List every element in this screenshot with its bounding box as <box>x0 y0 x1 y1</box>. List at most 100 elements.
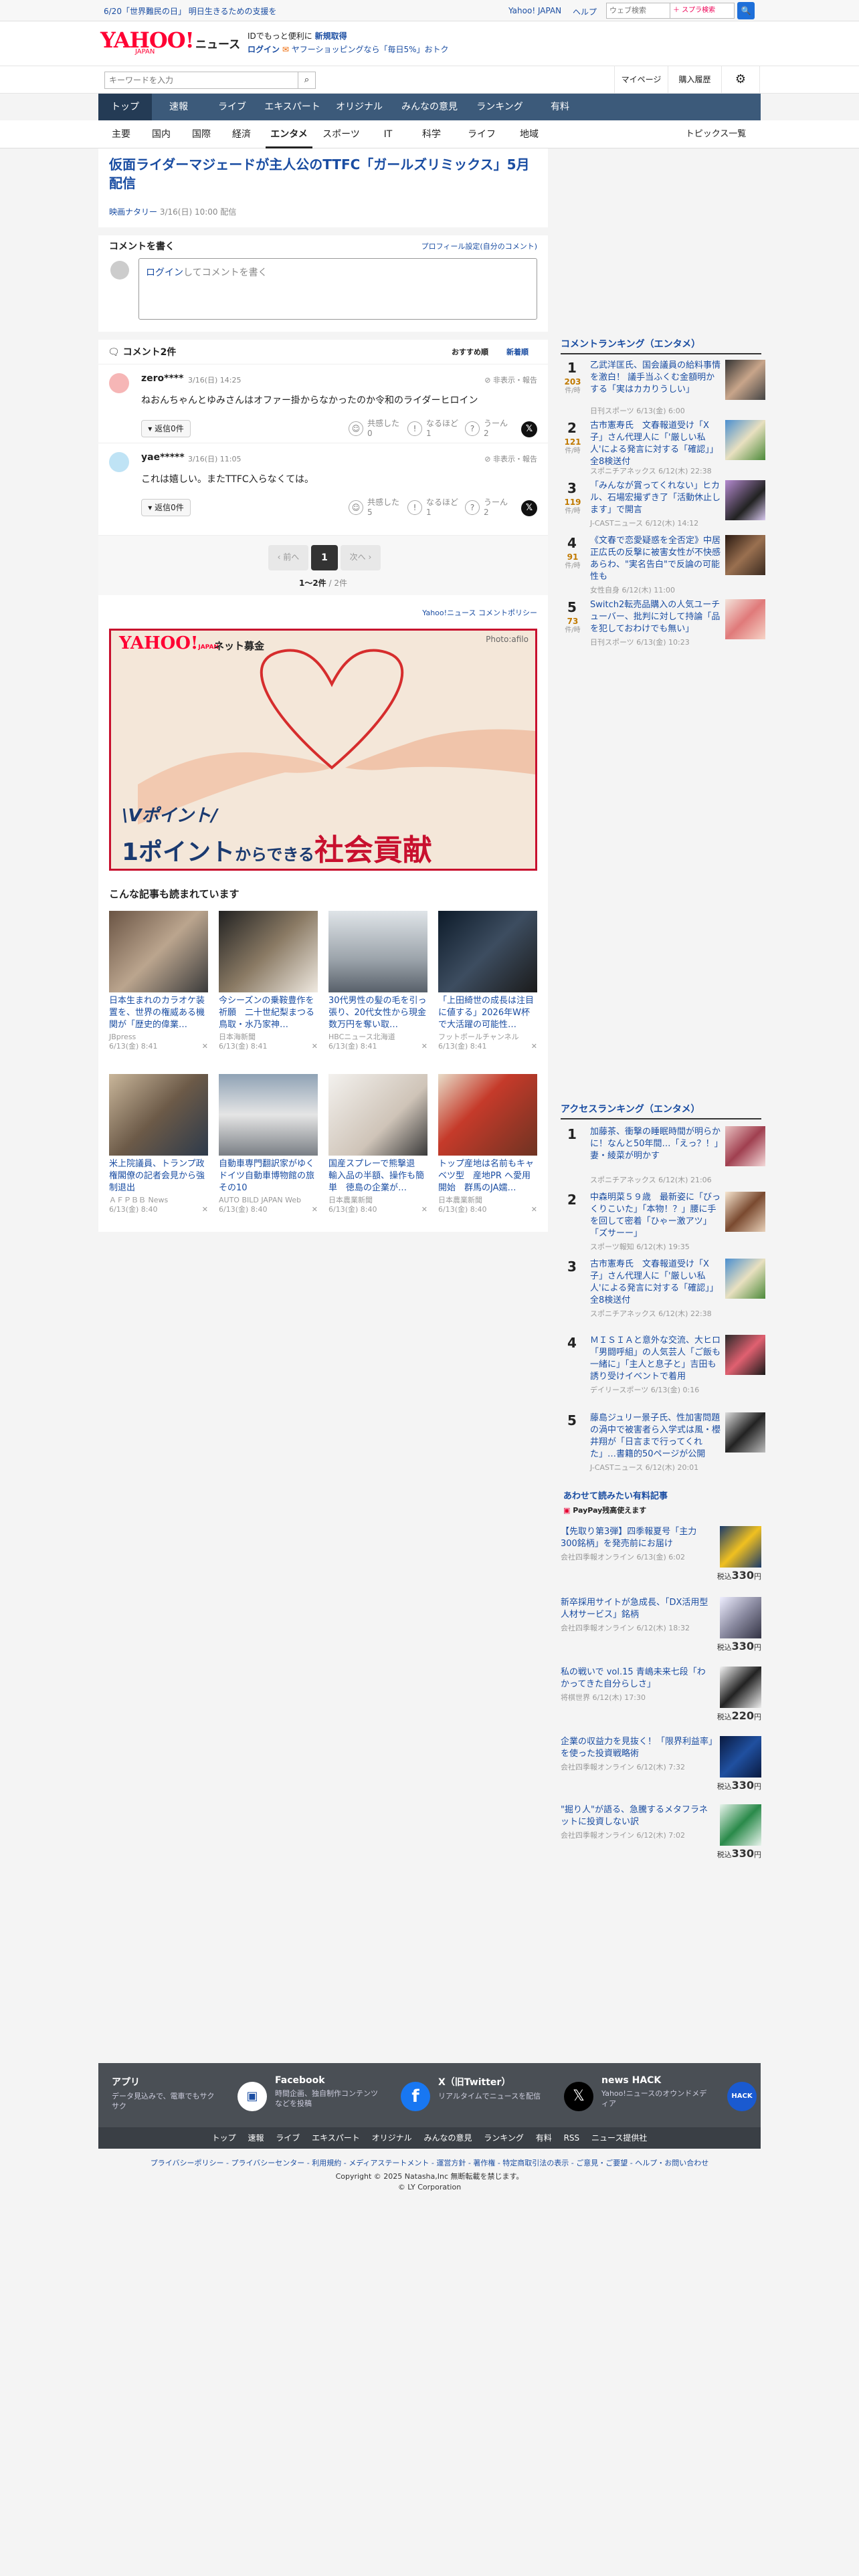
cat-domestic[interactable]: 国内 <box>144 120 179 148</box>
gnav-live[interactable]: ライブ <box>205 94 259 120</box>
uun-icon[interactable]: ? <box>465 421 480 436</box>
article-meta: 映画ナタリー 3/16(日) 10:00 配信 <box>109 206 236 217</box>
thumbnail <box>219 911 318 992</box>
empathy-icon[interactable]: ☺ <box>349 500 363 515</box>
category-nav: 主要 国内 国際 経済 エンタメ スポーツ IT 科学 ライフ 地域 トピックス… <box>0 120 859 148</box>
ad-banner[interactable]: YAHOO!JAPAN ネット募金 Photo:afilo \Vポイント/ 1ポ… <box>109 629 537 871</box>
cat-main[interactable]: 主要 <box>104 120 138 148</box>
topics-list-link[interactable]: トピックス一覧 <box>676 120 756 148</box>
ad-label: ネット募金 <box>214 640 265 652</box>
uun-count[interactable]: うーん 2 <box>484 498 508 518</box>
login-link[interactable]: ログイン <box>248 45 280 54</box>
footer-app[interactable]: アプリ データ見込みで、電車でもサクサク ▣ <box>112 2075 267 2115</box>
thumbnail <box>725 480 765 520</box>
notice-link[interactable]: 6/20「世界難民の日」 明日生きるための支援を <box>104 5 277 17</box>
cat-science[interactable]: 科学 <box>415 120 448 148</box>
close-icon: ✕ <box>201 1042 208 1051</box>
web-search-input[interactable] <box>606 3 670 19</box>
avatar <box>109 452 129 472</box>
help-link[interactable]: ヘルプ <box>573 6 597 17</box>
signup-link[interactable]: 新規取得 <box>315 31 347 41</box>
gear-icon[interactable]: ⚙ <box>721 66 760 93</box>
thumbnail <box>328 1074 427 1156</box>
gnav-paid[interactable]: 有料 <box>533 94 587 120</box>
sort-newest[interactable]: 新着順 <box>506 346 529 357</box>
close-icon: ✕ <box>311 1042 318 1051</box>
naruhodo-icon[interactable]: ! <box>407 500 422 515</box>
footer-newshack[interactable]: news HACK Yahoo!ニュースのオウンドメディア HACK <box>601 2075 757 2115</box>
footer: アプリ データ見込みで、電車でもサクサク ▣ Facebook 時間企画、独自制… <box>98 2063 761 2149</box>
x-share-icon[interactable]: 𝕏 <box>521 421 537 437</box>
hide-report-link[interactable]: ⊘ 非表示・報告 <box>484 453 537 464</box>
global-nav: トップ 速報 ライブ エキスパート オリジナル みんなの意見 ランキング 有料 <box>98 94 761 120</box>
purchase-history-link[interactable]: 購入履歴 <box>668 66 721 93</box>
cat-economy[interactable]: 経済 <box>224 120 259 148</box>
search-icon[interactable]: ⌕ <box>298 72 316 89</box>
cat-entertainment[interactable]: エンタメ <box>266 120 312 148</box>
search-icon[interactable]: 🔍 <box>737 2 755 19</box>
footer-x[interactable]: X（旧Twitter） リアルタイムでニュースを配信 𝕏 <box>438 2075 593 2115</box>
yahoo-japan-link[interactable]: Yahoo! JAPAN <box>508 6 561 15</box>
ad-line1: \Vポイント/ <box>122 806 218 826</box>
thumbnail <box>725 1259 765 1299</box>
empathy-icon[interactable]: ☺ <box>349 421 363 436</box>
thumbnail <box>725 1192 765 1232</box>
divider <box>98 227 548 235</box>
comment-user[interactable]: zero**** <box>141 373 183 384</box>
uun-icon[interactable]: ? <box>465 500 480 515</box>
x-share-icon[interactable]: 𝕏 <box>521 500 537 516</box>
comment-textarea[interactable]: ログインしてコメントを書く <box>138 258 537 320</box>
news-search-input[interactable] <box>104 72 298 89</box>
footer-links[interactable]: トップ 速報 ライブ エキスパート オリジナル みんなの意見 ランキング 有料 … <box>98 2127 761 2149</box>
page-1-button[interactable]: 1 <box>311 545 338 570</box>
comment-policy-link[interactable]: Yahoo!ニュース コメントポリシー <box>422 607 537 618</box>
gnav-top[interactable]: トップ <box>98 94 152 120</box>
comment-user[interactable]: yae***** <box>141 452 185 463</box>
gnav-ranking[interactable]: ランキング <box>466 94 533 120</box>
footer-facebook[interactable]: Facebook 時間企画、独自制作コンテンツなどを投稿 f <box>275 2075 430 2115</box>
close-icon: ✕ <box>201 1205 208 1214</box>
comment-form-heading: コメントを書く <box>109 241 175 252</box>
cat-life[interactable]: ライフ <box>462 120 502 148</box>
empathy-count[interactable]: 共感した 0 <box>367 419 399 439</box>
cat-sports[interactable]: スポーツ <box>318 120 365 148</box>
gnav-opinions[interactable]: みんなの意見 <box>393 94 466 120</box>
shopping-promo-link[interactable]: ヤフーショッピングなら「毎日5%」おトク <box>292 45 449 54</box>
paid-heading: あわせて読みたい有料記事 <box>563 1491 668 1501</box>
reply-button[interactable]: ▾ 返信0件 <box>141 499 191 516</box>
article-title[interactable]: 仮面ライダーマジェードが主人公のTTFC「ガールズリミックス」5月配信 <box>109 155 537 193</box>
thumbnail <box>725 599 765 639</box>
comment-date: 3/16(日) 14:25 <box>188 376 242 385</box>
naruhodo-count[interactable]: なるほど 1 <box>426 419 458 439</box>
thumbnail <box>725 420 765 460</box>
comment-login-link[interactable]: ログイン <box>146 267 183 278</box>
cat-it[interactable]: IT <box>375 120 401 148</box>
reply-button[interactable]: ▾ 返信0件 <box>141 420 191 437</box>
ad-line2: 1ポイントからできる社会貢献 <box>122 833 432 867</box>
cat-international[interactable]: 国際 <box>184 120 219 148</box>
prev-button[interactable]: ‹ 前へ <box>268 545 308 570</box>
naruhodo-icon[interactable]: ! <box>407 421 422 436</box>
sort-recommended[interactable]: おすすめ順 <box>452 346 488 357</box>
yahoo-logo[interactable]: YAHOO! JAPAN <box>100 29 195 56</box>
thumbnail <box>438 911 537 992</box>
profile-settings-link[interactable]: プロフィール設定(自分のコメント) <box>421 241 537 251</box>
uun-count[interactable]: うーん 2 <box>484 419 508 439</box>
close-icon: ✕ <box>311 1205 318 1214</box>
gnav-breaking[interactable]: 速報 <box>152 94 205 120</box>
naruhodo-count[interactable]: なるほど 1 <box>426 498 458 518</box>
ad-photo-credit: Photo:afilo <box>486 635 529 644</box>
thumbnail <box>725 1335 765 1375</box>
article-source[interactable]: 映画ナタリー <box>109 207 157 217</box>
avatar <box>109 373 129 393</box>
gnav-original[interactable]: オリジナル <box>326 94 393 120</box>
legal-links[interactable]: プライバシーポリシー - プライバシーセンター - 利用規約 - メディアステー… <box>98 2157 761 2168</box>
next-button[interactable]: 次へ › <box>341 545 381 570</box>
top-bar: 6/20「世界難民の日」 明日生きるための支援を Yahoo! JAPAN ヘル… <box>0 0 859 21</box>
empathy-count[interactable]: 共感した 5 <box>367 498 399 518</box>
comment-date: 3/16(日) 11:05 <box>188 455 242 463</box>
gnav-expert[interactable]: エキスパート <box>259 94 326 120</box>
mypage-link[interactable]: マイページ <box>614 66 668 93</box>
hide-report-link[interactable]: ⊘ 非表示・報告 <box>484 374 537 385</box>
cat-region[interactable]: 地域 <box>512 120 547 148</box>
